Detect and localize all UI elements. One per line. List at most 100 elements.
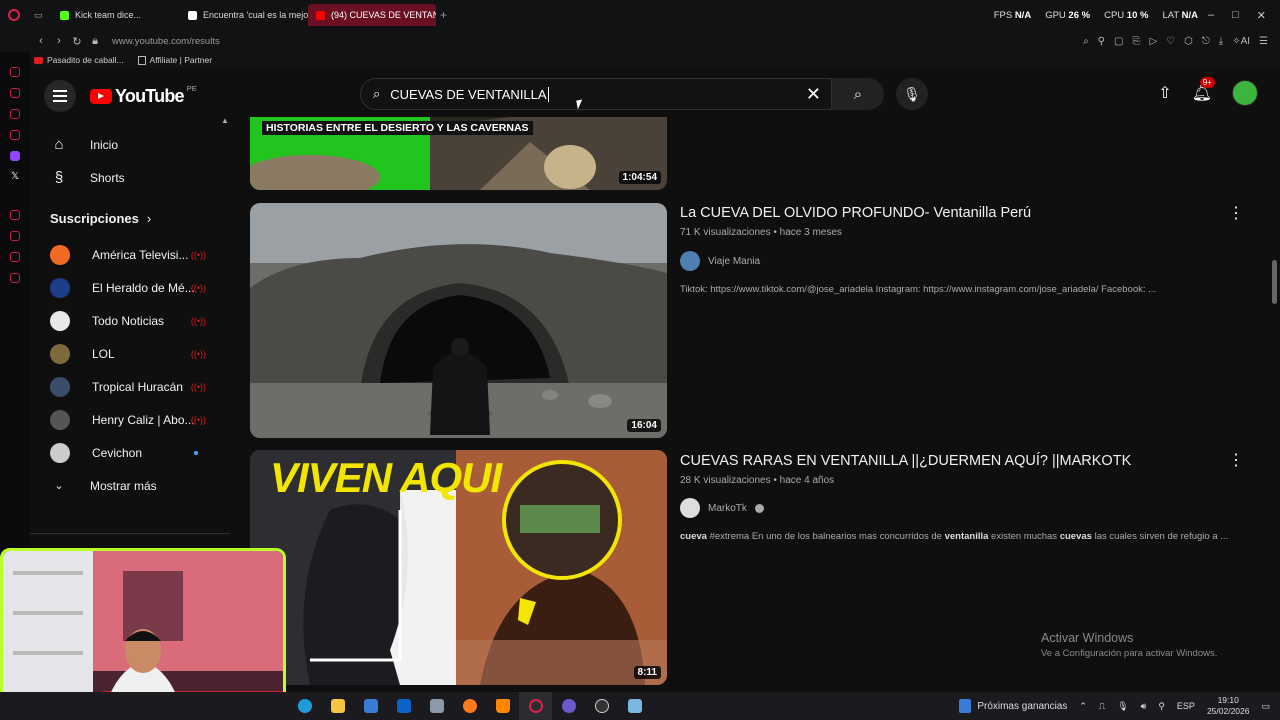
sidebar-item-inicio[interactable]: ⌂ Inicio: [30, 128, 230, 161]
notes-icon[interactable]: [618, 692, 651, 720]
avatar[interactable]: [1232, 80, 1258, 106]
more-options-icon[interactable]: ⋮: [1228, 450, 1244, 470]
minimize-icon[interactable]: –: [1208, 9, 1214, 22]
bookmark-item[interactable]: Affiliate | Partner: [137, 55, 212, 65]
voice-search-button[interactable]: 🎙︎: [896, 78, 928, 110]
zoom-icon[interactable]: ⌕: [1083, 36, 1089, 47]
heart-icon[interactable]: ♡: [1166, 36, 1175, 47]
menu-icon[interactable]: ☰: [1259, 36, 1268, 47]
new-tab-icon[interactable]: +: [440, 8, 447, 22]
tab-sidebar-toggle[interactable]: ▭: [28, 4, 52, 26]
bookmark-item[interactable]: Pasadito de caball...: [34, 55, 124, 65]
tab-tiktok[interactable]: Encuentra 'cual es la mejo: [180, 4, 308, 26]
extensions-icon[interactable]: ⬡: [1184, 36, 1193, 47]
player-icon[interactable]: [10, 210, 20, 220]
history-icon[interactable]: [10, 67, 20, 77]
mic-icon[interactable]: 🎙︎: [1117, 701, 1128, 712]
sidebar-channel[interactable]: Cevichon: [30, 436, 230, 469]
translate-icon[interactable]: ⎘: [1132, 36, 1140, 47]
video-thumbnail[interactable]: VIVEN AQUI 8:11: [250, 450, 667, 685]
maximize-icon[interactable]: □: [1232, 9, 1239, 22]
news-widget[interactable]: Próximas ganancias: [959, 699, 1067, 713]
channel-avatar: [50, 409, 70, 430]
sidebar-channel[interactable]: Todo Noticias ((•)): [30, 304, 230, 337]
opera-taskbar-icon[interactable]: [519, 692, 552, 720]
pin-icon[interactable]: ⚲: [1098, 36, 1105, 47]
discord-icon[interactable]: [552, 692, 585, 720]
more-options-icon[interactable]: ⋮: [1228, 203, 1244, 223]
clear-search-icon[interactable]: ✕: [806, 84, 821, 105]
language-indicator[interactable]: ESP: [1177, 701, 1195, 711]
sidebar-channel[interactable]: Tropical Huracán ((•)): [30, 370, 230, 403]
messenger-icon[interactable]: [10, 109, 20, 119]
notifications-bell-icon[interactable]: 🔔︎ 9+: [1192, 77, 1215, 103]
volume-icon[interactable]: 🔊︎: [1141, 701, 1147, 712]
close-window-icon[interactable]: ✕: [1257, 9, 1266, 22]
url-field[interactable]: www.youtube.com/results: [112, 36, 220, 47]
forward-icon[interactable]: ›: [50, 35, 68, 47]
opera-logo-icon[interactable]: [0, 0, 28, 30]
sidebar-channel[interactable]: LOL ((•)): [30, 337, 230, 370]
reload-icon[interactable]: ↻: [68, 35, 86, 48]
video-title[interactable]: La CUEVA DEL OLVIDO PROFUNDO- Ventanilla…: [680, 205, 1031, 221]
home-icon: ⌂: [54, 136, 64, 153]
obs-icon[interactable]: [585, 692, 618, 720]
usb-icon[interactable]: ⎍: [1099, 701, 1105, 712]
share-icon[interactable]: ⎋: [1202, 36, 1210, 47]
show-more-button[interactable]: ⌄ Mostrar más: [30, 469, 230, 502]
x-icon[interactable]: 𝕏: [11, 172, 19, 182]
app-icon[interactable]: [420, 692, 453, 720]
snapshot-icon[interactable]: ▢: [1114, 36, 1123, 47]
store-icon[interactable]: [354, 692, 387, 720]
video-title[interactable]: CUEVAS RARAS EN VENTANILLA ||¿DUERMEN AQ…: [680, 453, 1131, 469]
sidebar-item-shorts[interactable]: § Shorts: [30, 161, 230, 194]
hamburger-menu-icon[interactable]: [44, 80, 76, 112]
clock-icon[interactable]: [10, 231, 20, 241]
vlc-icon[interactable]: [486, 692, 519, 720]
upload-icon[interactable]: ⇧: [1158, 83, 1171, 103]
video-description: cueva #extrema En uno de los balnearios …: [680, 531, 1229, 542]
sidebar-channel[interactable]: Henry Caliz | Abo... ((•)): [30, 403, 230, 436]
edge-icon[interactable]: [288, 692, 321, 720]
lock-icon: 🔒︎: [92, 34, 98, 47]
chevron-up-icon[interactable]: ⌃: [1079, 701, 1087, 712]
subscriptions-header[interactable]: Suscripciones ›: [30, 198, 230, 238]
sidebar-channel[interactable]: El Heraldo de Mé... ((•)): [30, 271, 230, 304]
video-description: Tiktok: https://www.tiktok.com/@jose_ari…: [680, 284, 1157, 295]
search-icon: ⌕: [373, 86, 381, 101]
tab-youtube[interactable]: (94) CUEVAS DE VENTANI: [308, 4, 436, 26]
browser-tabbar: ▭ Kick team dice... Encuentra 'cual es l…: [0, 0, 1280, 30]
music-icon[interactable]: [10, 130, 20, 140]
file-explorer-icon[interactable]: [321, 692, 354, 720]
video-thumbnail[interactable]: 16:04: [250, 203, 667, 438]
youtube-logo[interactable]: YouTube PE: [90, 84, 197, 107]
settings-icon[interactable]: [10, 273, 20, 283]
twitch-icon[interactable]: [10, 151, 20, 161]
firefox-icon[interactable]: [453, 692, 486, 720]
extensions-icon[interactable]: [10, 252, 20, 262]
notifications-icon[interactable]: ▭: [1261, 701, 1270, 712]
search-value[interactable]: CUEVAS DE VENTANILLA: [390, 87, 546, 102]
network-icon[interactable]: ⚲: [1158, 701, 1165, 712]
play-icon[interactable]: ▷: [1149, 36, 1157, 47]
video-thumbnail[interactable]: HISTORIAS ENTRE EL DESIERTO Y LAS CAVERN…: [250, 117, 667, 190]
tab-label: Kick team dice...: [75, 10, 142, 20]
youtube-icon: [34, 56, 43, 64]
outlook-icon[interactable]: [387, 692, 420, 720]
channel-link[interactable]: Viaje Mania: [680, 251, 760, 271]
live-icon: ((•)): [190, 414, 206, 425]
download-icon[interactable]: ⤓: [1219, 36, 1223, 47]
chevron-down-icon: ⌄: [54, 480, 64, 492]
tab-kick[interactable]: Kick team dice...: [52, 4, 180, 26]
channel-link[interactable]: MarkoTk: [680, 498, 764, 518]
back-icon[interactable]: ‹: [32, 35, 50, 47]
page-scrollbar[interactable]: [1272, 260, 1277, 304]
live-icon: ((•)): [190, 381, 206, 392]
bag-icon[interactable]: [10, 88, 20, 98]
sidebar-scroll-up-icon[interactable]: ▲: [221, 116, 229, 125]
search-button[interactable]: ⌕: [832, 78, 884, 110]
ai-icon[interactable]: ✧AI: [1232, 36, 1250, 47]
sidebar-channel[interactable]: América Televisi... ((•)): [30, 238, 230, 271]
search-input[interactable]: ⌕ CUEVAS DE VENTANILLA ✕: [360, 78, 832, 110]
clock[interactable]: 19:10 25/02/2026: [1207, 695, 1250, 717]
